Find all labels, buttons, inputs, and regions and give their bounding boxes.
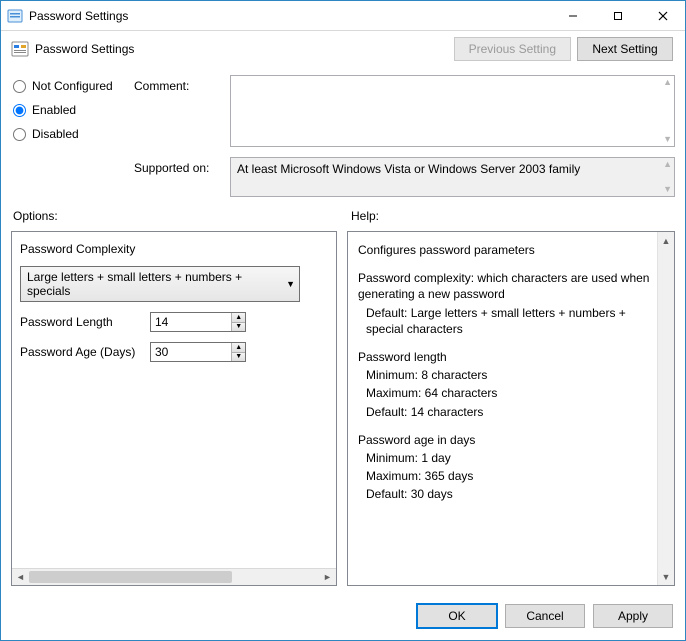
help-length-def: Default: 14 characters <box>358 404 656 420</box>
help-v-scrollbar[interactable]: ▲ ▼ <box>657 232 674 585</box>
close-button[interactable] <box>640 1 685 30</box>
previous-setting-button[interactable]: Previous Setting <box>454 37 571 61</box>
maximize-button[interactable] <box>595 1 640 30</box>
password-length-spinner[interactable]: ▲▼ <box>150 312 246 332</box>
password-age-label: Password Age (Days) <box>20 345 140 359</box>
scroll-right-icon[interactable]: ► <box>319 569 336 585</box>
footer-buttons: OK Cancel Apply <box>1 596 685 640</box>
password-complexity-dropdown[interactable]: Large letters + small letters + numbers … <box>20 266 300 302</box>
password-complexity-label: Password Complexity <box>20 242 328 256</box>
main-body: Password Complexity Large letters + smal… <box>1 225 685 596</box>
scroll-up-icon[interactable]: ▲ <box>658 232 674 249</box>
help-section-label: Help: <box>351 209 675 223</box>
options-h-scrollbar[interactable]: ◄ ► <box>12 568 336 585</box>
help-length-max: Maximum: 64 characters <box>358 385 656 401</box>
help-length-min: Minimum: 8 characters <box>358 367 656 383</box>
supported-on-box: At least Microsoft Windows Vista or Wind… <box>230 157 675 197</box>
password-age-arrows[interactable]: ▲▼ <box>231 343 245 361</box>
state-radio-group: Not Configured Enabled Disabled <box>13 75 128 141</box>
help-age-max: Maximum: 365 days <box>358 468 656 484</box>
radio-not-configured-label: Not Configured <box>32 79 113 93</box>
titlebar: Password Settings <box>1 1 685 31</box>
comment-label: Comment: <box>134 75 224 93</box>
password-length-label: Password Length <box>20 315 140 329</box>
password-length-arrows[interactable]: ▲▼ <box>231 313 245 331</box>
help-complexity-desc: Password complexity: which characters ar… <box>358 270 656 302</box>
supported-on-label: Supported on: <box>134 157 224 175</box>
radio-disabled[interactable]: Disabled <box>13 127 128 141</box>
password-length-input[interactable] <box>151 313 231 331</box>
radio-disabled-input[interactable] <box>13 128 26 141</box>
header-row: Password Settings Previous Setting Next … <box>1 31 685 67</box>
minimize-button[interactable] <box>550 1 595 30</box>
help-age-head: Password age in days <box>358 432 656 448</box>
help-length-head: Password length <box>358 349 656 365</box>
password-age-input[interactable] <box>151 343 231 361</box>
dialog-window: Password Settings <box>0 0 686 641</box>
help-age-def: Default: 30 days <box>358 486 656 502</box>
radio-not-configured[interactable]: Not Configured <box>13 79 128 93</box>
password-complexity-value: Large letters + small letters + numbers … <box>27 270 242 298</box>
scroll-down-icon[interactable]: ▼ <box>658 568 674 585</box>
help-panel: Configures password parameters Password … <box>347 231 675 586</box>
radio-enabled-input[interactable] <box>13 104 26 117</box>
header-title: Password Settings <box>35 42 134 56</box>
password-age-spinner[interactable]: ▲▼ <box>150 342 246 362</box>
radio-enabled[interactable]: Enabled <box>13 103 128 117</box>
next-setting-button[interactable]: Next Setting <box>577 37 673 61</box>
window-controls <box>550 1 685 30</box>
comment-textarea[interactable]: ▲▼ <box>230 75 675 147</box>
upper-section: Not Configured Enabled Disabled Comment:… <box>1 67 685 207</box>
chevron-down-icon: ▼ <box>286 279 295 289</box>
scroll-left-icon[interactable]: ◄ <box>12 569 29 585</box>
supported-scroll: ▲▼ <box>663 160 672 194</box>
help-complexity-default: Default: Large letters + small letters +… <box>358 305 656 337</box>
window-title: Password Settings <box>29 9 550 23</box>
policy-icon <box>11 40 29 58</box>
help-age-min: Minimum: 1 day <box>358 450 656 466</box>
radio-not-configured-input[interactable] <box>13 80 26 93</box>
options-panel: Password Complexity Large letters + smal… <box>11 231 337 586</box>
radio-disabled-label: Disabled <box>32 127 79 141</box>
apply-button[interactable]: Apply <box>593 604 673 628</box>
supported-on-value: At least Microsoft Windows Vista or Wind… <box>237 162 580 176</box>
section-labels-row: Options: Help: <box>1 207 685 225</box>
help-text: Configures password parameters Password … <box>348 232 674 585</box>
ok-button[interactable]: OK <box>417 604 497 628</box>
app-icon <box>7 8 23 24</box>
cancel-button[interactable]: Cancel <box>505 604 585 628</box>
comment-scroll[interactable]: ▲▼ <box>663 78 672 144</box>
radio-enabled-label: Enabled <box>32 103 76 117</box>
options-section-label: Options: <box>13 209 339 223</box>
help-line-intro: Configures password parameters <box>358 242 656 258</box>
scroll-thumb[interactable] <box>29 571 232 583</box>
